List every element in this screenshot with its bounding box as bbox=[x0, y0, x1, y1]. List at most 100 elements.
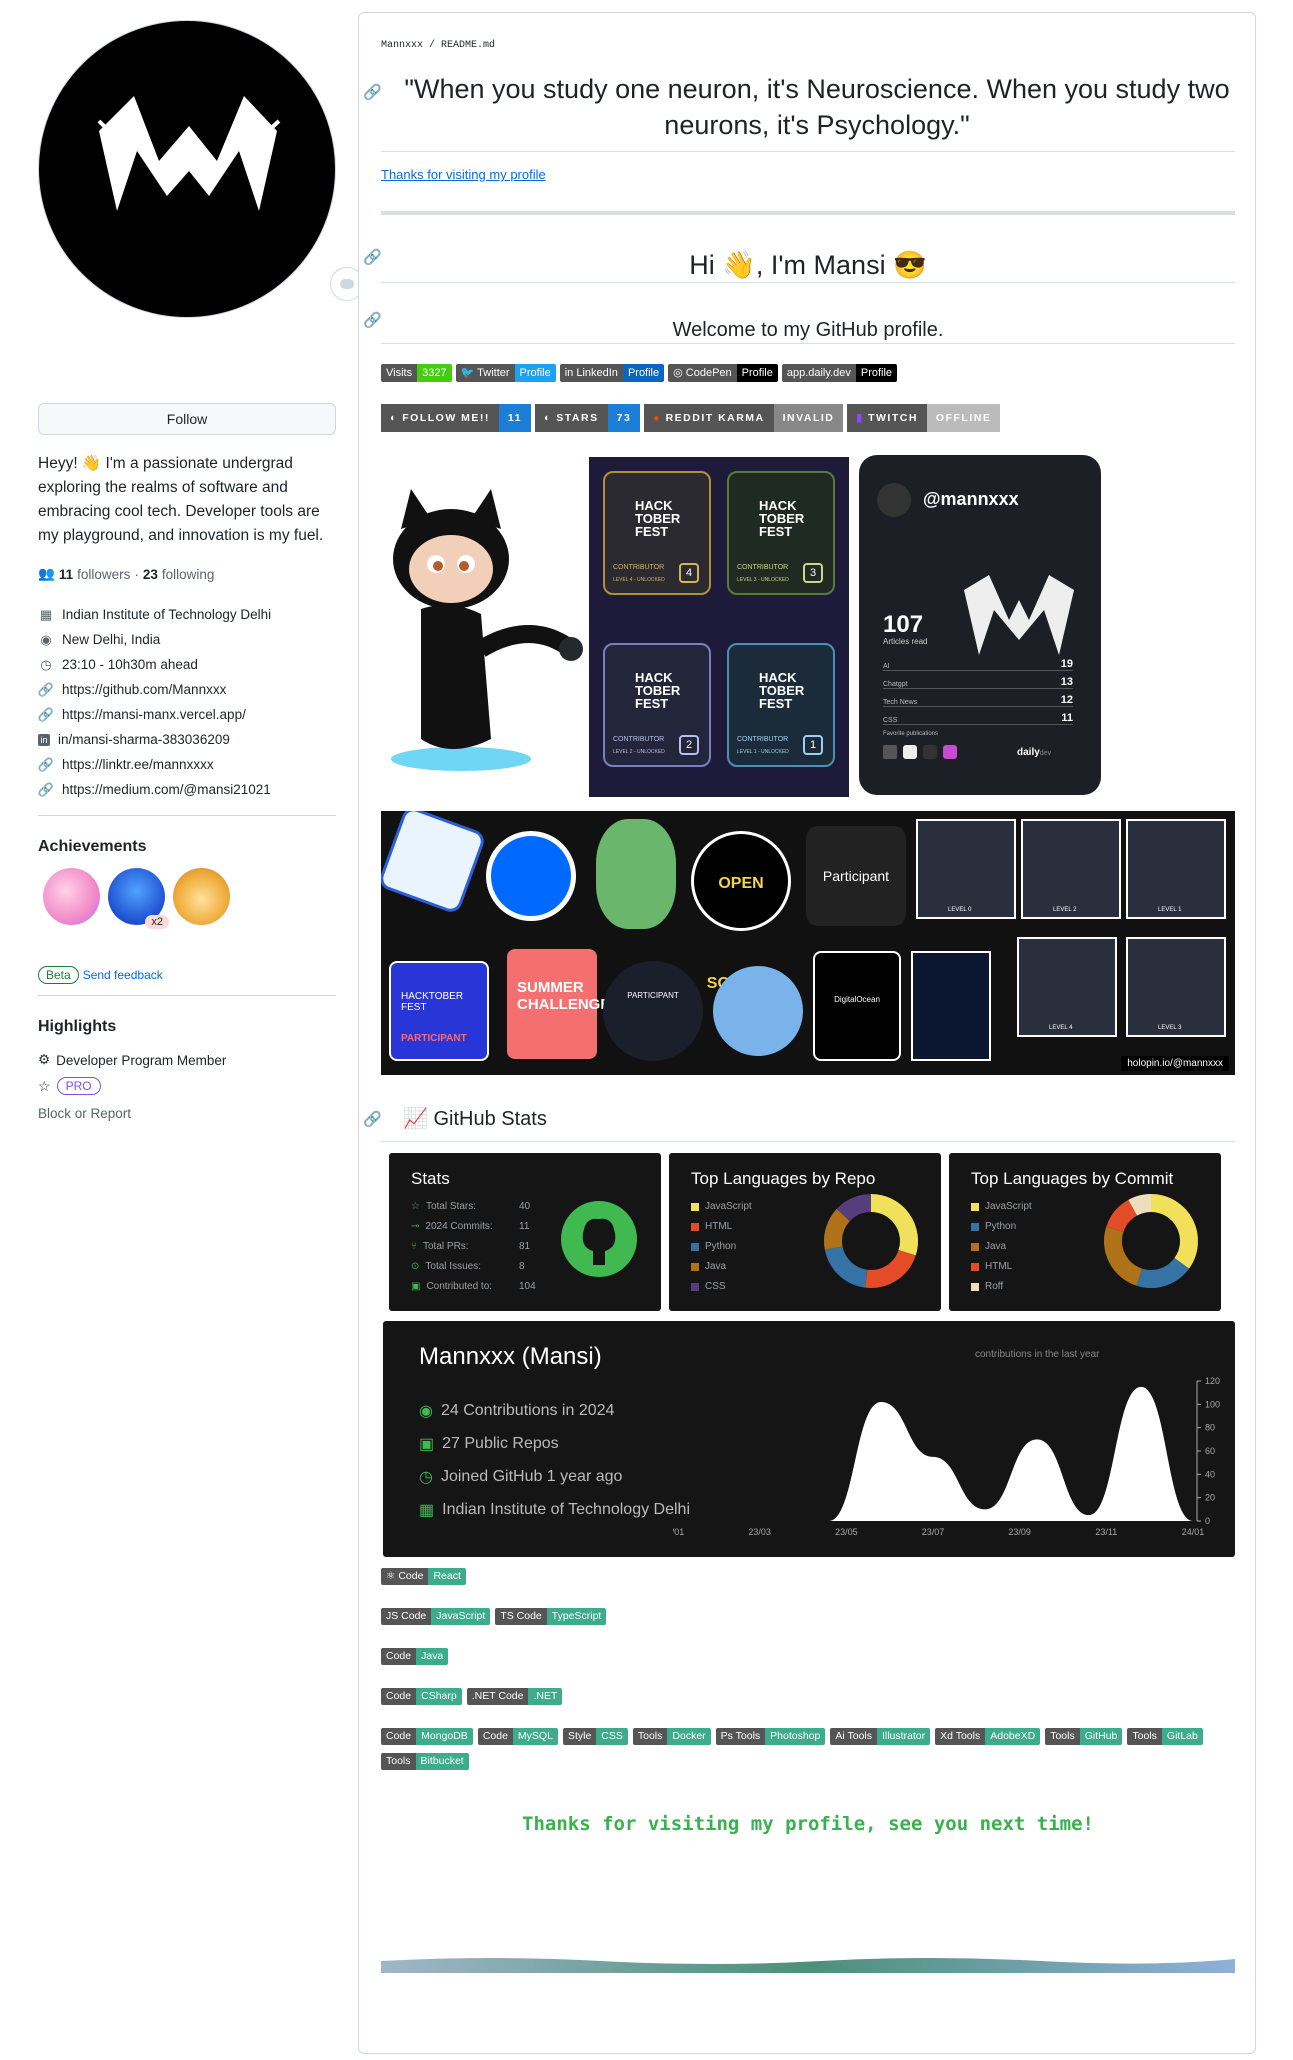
follow-badge[interactable]: ◐ FOLLOW ME!! 11 bbox=[381, 404, 532, 432]
legend-label: Java bbox=[985, 1241, 1007, 1252]
hacktober-badge[interactable]: HACK TOBER FEST CONTRIBUTOR LEVEL 1 - UN… bbox=[727, 643, 835, 767]
codepen-badge[interactable]: ◎ CodePen Profile bbox=[668, 364, 778, 382]
tech-badge[interactable]: Code MySQL bbox=[477, 1728, 558, 1745]
legend-label: Roff bbox=[985, 1281, 1004, 1292]
linkedin-badge[interactable]: in LinkedIn Profile bbox=[559, 364, 665, 382]
stats-card[interactable]: Stats ☆ Total Stars: 40 ⊸ 2024 Commits: 11 ⑂… bbox=[389, 1153, 661, 1311]
tech-badge[interactable]: Xd Tools AdobeXD bbox=[935, 1728, 1041, 1745]
legend-label: HTML bbox=[705, 1221, 733, 1232]
detail-link[interactable]: 🔗 https://mansi-manx.vercel.app/ bbox=[38, 702, 271, 727]
tech-badge[interactable]: Code Java bbox=[381, 1648, 449, 1665]
bio: Heyy! 👋 I'm a passionate undergrad explo… bbox=[38, 455, 324, 544]
badge-role: CONTRIBUTOR bbox=[613, 736, 665, 743]
detail-link[interactable]: 🔗 https://linktr.ee/mannxxxx bbox=[38, 752, 271, 777]
dailydev-badge[interactable]: app.daily.dev Profile bbox=[781, 364, 898, 382]
divider-thick bbox=[381, 211, 1235, 215]
detail-linkedin[interactable]: in in/mansi-sharma-383036209 bbox=[38, 727, 271, 752]
anchor-link-icon[interactable]: 🔗 bbox=[363, 1110, 382, 1128]
reddit-icon: ● bbox=[653, 412, 666, 424]
detail-text[interactable]: https://github.com/Mannxxx bbox=[62, 682, 226, 697]
hacktober-badge[interactable]: HACK TOBER FEST CONTRIBUTOR LEVEL 2 - UN… bbox=[603, 643, 711, 767]
tech-badge[interactable]: Ai Tools Illustrator bbox=[830, 1728, 931, 1745]
stars-badge[interactable]: ◐ STARS 73 bbox=[535, 404, 641, 432]
following-label[interactable]: following bbox=[162, 567, 215, 582]
clock-icon: ◷ bbox=[40, 656, 52, 672]
tech-badge[interactable]: Style CSS bbox=[562, 1728, 628, 1745]
anchor-link-icon[interactable]: 🔗 bbox=[363, 248, 382, 266]
stat-value: 81 bbox=[519, 1241, 531, 1252]
follow-button[interactable]: Follow bbox=[38, 403, 336, 435]
hacktober-badge[interactable]: HACK TOBER FEST CONTRIBUTOR LEVEL 4 - UN… bbox=[603, 471, 711, 595]
reddit-badge[interactable]: ● REDDIT KARMA INVALID bbox=[644, 404, 844, 432]
achievements-title: Achievements bbox=[38, 838, 147, 855]
yolo-badge[interactable] bbox=[43, 868, 100, 925]
tech-badges-row: Code CSharp .NET Code .NET bbox=[381, 1688, 1235, 1705]
github-icon: ◉ bbox=[419, 1403, 433, 1420]
holopin-handle[interactable]: holopin.io/@mannxxx bbox=[1121, 1056, 1229, 1071]
detail-text[interactable]: https://medium.com/@mansi21021 bbox=[62, 782, 271, 797]
tech-badge[interactable]: Tools Bitbucket bbox=[381, 1753, 469, 1770]
x-tick-label: 23/03 bbox=[748, 1527, 771, 1537]
badge-label: ◐ STARS bbox=[535, 404, 608, 432]
summary-text: Indian Institute of Technology Delhi bbox=[442, 1501, 690, 1518]
tech-badge[interactable]: .NET Code .NET bbox=[466, 1688, 563, 1705]
detail-link[interactable]: 🔗 https://medium.com/@mansi21021 bbox=[38, 777, 271, 802]
image-gallery: HACK TOBER FEST CONTRIBUTOR LEVEL 4 - UN… bbox=[381, 449, 1235, 799]
welcome-heading: Welcome to my GitHub profile. bbox=[672, 319, 944, 341]
repo-icon: ▣ bbox=[419, 1436, 435, 1453]
tech-badge[interactable]: Tools GitLab bbox=[1127, 1728, 1203, 1745]
detail-text[interactable]: https://mansi-manx.vercel.app/ bbox=[62, 707, 246, 722]
shield-badges: Visits 3327 🐦 Twitter Profile in LinkedIn P… bbox=[381, 364, 898, 382]
anchor-link-icon[interactable]: 🔗 bbox=[363, 311, 382, 329]
contributions-chart: 0 20 40 60 80 100 120 23/01 23/03 23/05 23/07 23/09… bbox=[673, 1376, 1220, 1537]
twitch-badge[interactable]: ▮ TWITCH OFFLINE bbox=[847, 404, 1001, 432]
github-stats-heading: 📈 GitHub Stats bbox=[403, 1108, 547, 1130]
block-report-link[interactable]: Block or Report bbox=[38, 1106, 131, 1121]
stat-label: Total Issues: bbox=[425, 1261, 481, 1272]
top-langs-repo-card[interactable]: Top Languages by Repo JavaScript HTML Pyth… bbox=[669, 1153, 941, 1311]
badge-value: .NET bbox=[528, 1688, 563, 1705]
legend-swatch bbox=[971, 1203, 979, 1211]
avatar[interactable] bbox=[38, 20, 336, 318]
anchor-link-icon[interactable]: 🔗 bbox=[363, 83, 382, 101]
legend-label: CSS bbox=[705, 1281, 726, 1292]
badge-value: 3327 bbox=[417, 364, 452, 382]
hacktober-badge[interactable]: HACK TOBER FEST CONTRIBUTOR LEVEL 3 - UN… bbox=[727, 471, 835, 595]
organization-icon: ▦ bbox=[419, 1502, 435, 1519]
astronaut-sticker: LEVEL 0 bbox=[916, 819, 1016, 919]
tech-badge[interactable]: Code MongoDB bbox=[381, 1728, 473, 1745]
tech-badge[interactable]: Ps Tools Photoshop bbox=[715, 1728, 826, 1745]
shark-badge[interactable]: x2 bbox=[108, 868, 169, 929]
legend-swatch bbox=[971, 1263, 979, 1271]
tech-badge[interactable]: Tools Docker bbox=[632, 1728, 711, 1745]
breadcrumb[interactable]: Mannxxx / README.md bbox=[381, 40, 495, 51]
detail-text[interactable]: in/mansi-sharma-383036209 bbox=[58, 732, 230, 747]
divider bbox=[381, 343, 1235, 344]
publication-icon bbox=[923, 745, 937, 759]
tech-badge[interactable]: TS Code TypeScript bbox=[495, 1608, 607, 1625]
visits-badge[interactable]: Visits 3327 bbox=[381, 364, 452, 382]
wave-sticker bbox=[713, 966, 803, 1056]
send-feedback-link[interactable]: Send feedback bbox=[83, 968, 163, 982]
summary-text: 27 Public Repos bbox=[442, 1435, 559, 1452]
stat-value: 8 bbox=[519, 1261, 525, 1272]
profile-summary-card[interactable]: Mannxxx (Mansi) ◉ 24 Contributions in 202… bbox=[383, 1321, 1235, 1557]
octocat-image[interactable] bbox=[391, 489, 583, 771]
holopin-board[interactable]: OPEN SOURCE Participant LEVEL 0 LEVEL 2 … bbox=[381, 811, 1235, 1075]
badge-value: GitHub bbox=[1079, 1728, 1123, 1745]
tag-name: AI bbox=[883, 663, 890, 670]
top-langs-commit-card[interactable]: Top Languages by Commit JavaScript Python… bbox=[949, 1153, 1221, 1311]
tech-badge[interactable]: Tools GitHub bbox=[1045, 1728, 1123, 1745]
tech-badge[interactable]: Code CSharp bbox=[381, 1688, 462, 1705]
tech-badge[interactable]: ⚛ Code React bbox=[381, 1568, 466, 1585]
twitter-badge[interactable]: 🐦 Twitter Profile bbox=[455, 364, 556, 382]
followers-count[interactable]: 11 bbox=[59, 567, 73, 582]
detail-text[interactable]: https://linktr.ee/mannxxxx bbox=[62, 757, 214, 772]
dragon-sticker bbox=[596, 819, 676, 929]
thanks-image-link[interactable]: Thanks for visiting my profile bbox=[381, 167, 546, 182]
following-count[interactable]: 23 bbox=[143, 567, 158, 582]
detail-link[interactable]: 🔗 https://github.com/Mannxxx bbox=[38, 677, 271, 702]
cowboy-badge[interactable] bbox=[173, 868, 230, 925]
tech-badge[interactable]: JS Code JavaScript bbox=[381, 1608, 491, 1625]
followers-label[interactable]: followers bbox=[77, 567, 130, 582]
